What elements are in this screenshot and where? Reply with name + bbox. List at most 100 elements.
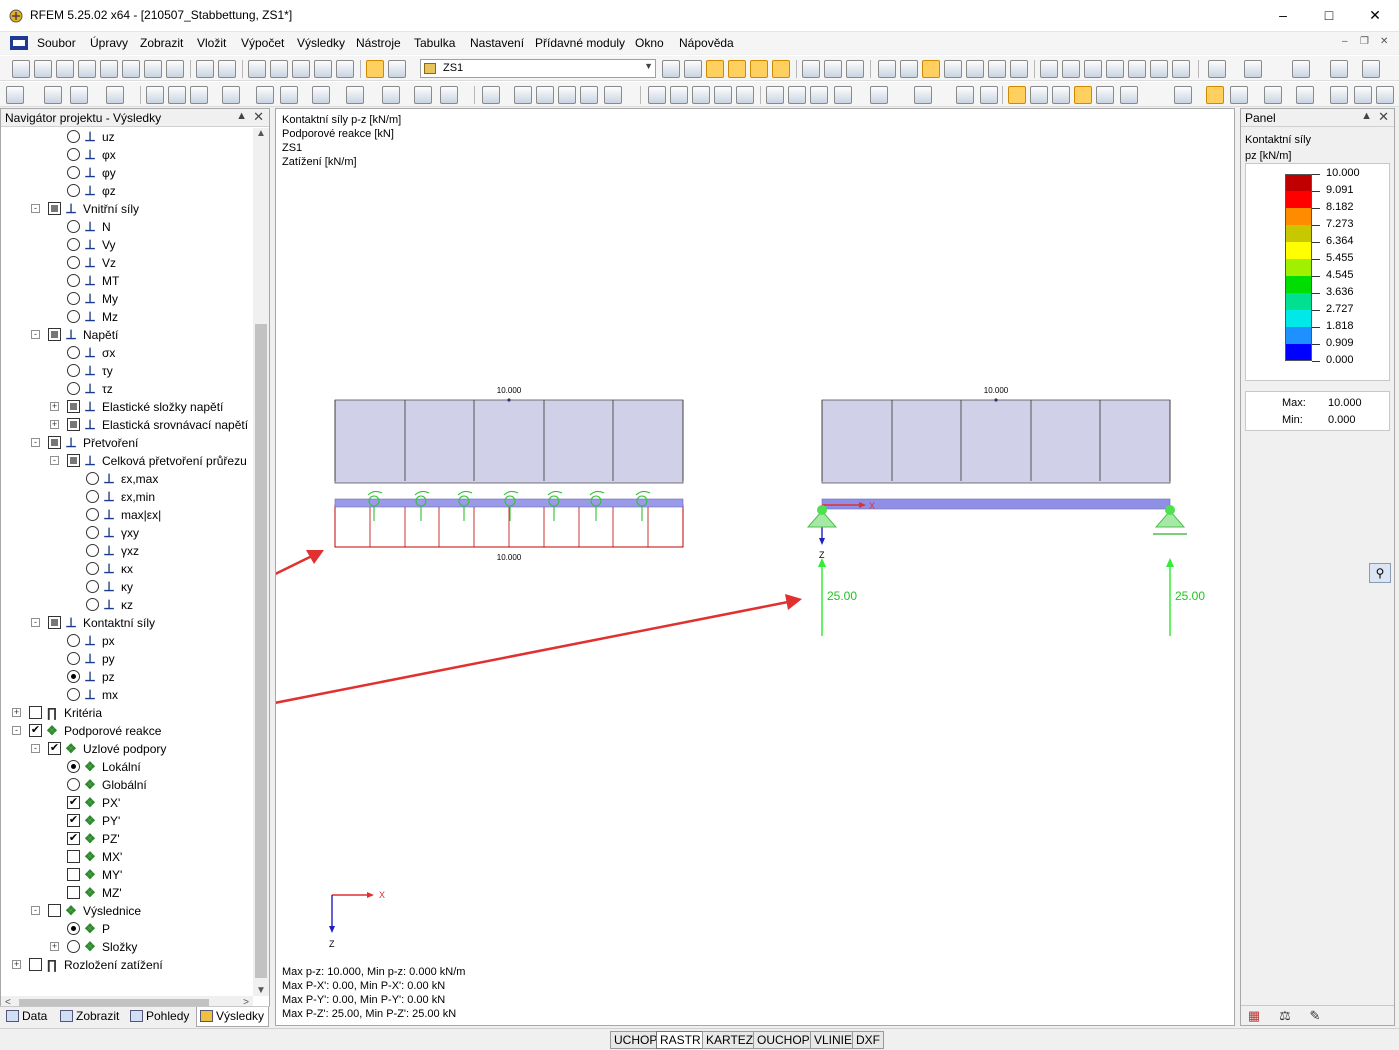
tree-item[interactable]: ⊥ N [1,218,253,236]
tree-radio-button[interactable] [86,598,99,611]
tool-icon[interactable] [1128,60,1146,78]
tree-checkbox[interactable] [48,328,61,341]
tree-radio-button[interactable] [67,364,80,377]
snap-icon[interactable] [1010,60,1028,78]
tree-item[interactable]: ⊥ My [1,290,253,308]
tool-icon[interactable] [1150,60,1168,78]
view-option-icon[interactable] [1292,60,1310,78]
display-option-icon[interactable] [1296,86,1314,104]
tool-icon[interactable] [604,86,622,104]
collapse-icon[interactable]: - [31,906,40,915]
menu-napoveda[interactable]: Nápověda [679,36,734,50]
tree-item[interactable]: ⊥ φy [1,164,253,182]
snap-toggle-button[interactable]: UCHOP [610,1031,662,1049]
tool-icon[interactable] [670,86,688,104]
tool-icon[interactable] [692,86,710,104]
scrollbar-thumb[interactable] [255,324,267,978]
scroll-down-icon[interactable]: ▼ [256,985,266,996]
load-icon[interactable] [256,86,274,104]
tree-radio-button[interactable] [67,634,80,647]
tree-item[interactable]: ❖ P [1,920,253,938]
expand-icon[interactable]: + [12,708,21,717]
tree-item[interactable]: ⊥ σx [1,344,253,362]
tree-radio-button[interactable] [67,922,80,935]
tree-item[interactable]: ⊥ κx [1,560,253,578]
tree-radio-button[interactable] [86,526,99,539]
close-window-button[interactable]: ✕ [1352,0,1398,30]
node-icon[interactable] [44,86,62,104]
guideline-toggle-button[interactable]: VLINIE [810,1031,857,1049]
tree-radio-button[interactable] [67,346,80,359]
menu-nastaveni[interactable]: Nastavení [470,36,524,50]
tree-radio-button[interactable] [67,670,80,683]
tree-item[interactable]: ⊥ max|εx| [1,506,253,524]
load-icon[interactable] [222,86,240,104]
tool-icon[interactable] [312,86,330,104]
mdi-close-button[interactable]: ✕ [1380,36,1388,47]
tab-zobrazit[interactable]: Zobrazit [60,1007,119,1027]
menu-nastroje[interactable]: Nástroje [356,36,401,50]
tree-checkbox[interactable] [48,616,61,629]
expand-icon[interactable]: + [50,420,59,429]
delete-icon[interactable] [1106,60,1124,78]
tree-radio-button[interactable] [67,292,80,305]
tree-item[interactable]: ⊥ φz [1,182,253,200]
dxf-toggle-button[interactable]: DXF [852,1031,884,1049]
snap-icon[interactable] [988,60,1006,78]
tree-item[interactable]: + ⊥ Elastické složky napětí [1,398,253,416]
tree-checkbox[interactable] [29,958,42,971]
menu-pridavne-moduly[interactable]: Přídavné moduly [535,36,625,50]
display-option-icon[interactable] [1174,86,1192,104]
display-option-icon[interactable] [1230,86,1248,104]
tree-item[interactable]: ⊥ γxy [1,524,253,542]
render-icon[interactable] [314,60,332,78]
tree-checkbox[interactable] [67,454,80,467]
load-icon[interactable] [280,86,298,104]
tree-item[interactable]: ⊥ τz [1,380,253,398]
menu-vysledky[interactable]: Výsledky [297,36,345,50]
document-menu-icon[interactable] [10,36,28,50]
load-case-select[interactable]: ZS1 ▼ [420,59,656,78]
support-icon[interactable] [190,86,208,104]
tree-item[interactable]: ❖ Globální [1,776,253,794]
tree-radio-button[interactable] [86,508,99,521]
tree-item[interactable]: ✔ ❖ PX' [1,794,253,812]
object-snap-toggle-button[interactable]: OUCHOP [753,1031,814,1049]
tree-radio-button[interactable] [86,580,99,593]
menu-zobrazit[interactable]: Zobrazit [140,36,183,50]
chevron-down-icon[interactable]: ▼ [644,61,653,71]
tree-radio-button[interactable] [67,652,80,665]
results-toggle-icon[interactable] [366,60,384,78]
grid-icon[interactable] [878,60,896,78]
menu-okno[interactable]: Okno [635,36,664,50]
tool-icon[interactable] [558,86,576,104]
tab-pohledy[interactable]: Pohledy [130,1007,189,1027]
snap-icon[interactable] [944,60,962,78]
tree-item[interactable]: ⊥ px [1,632,253,650]
tree-checkbox[interactable]: ✔ [48,742,61,755]
menu-upravy[interactable]: Úpravy [90,36,128,50]
model-viewport[interactable]: Kontaktní síly p-z [kN/m] Podporové reak… [275,108,1235,1026]
tool-icon[interactable] [580,86,598,104]
find-icon[interactable] [270,60,288,78]
minimize-button[interactable]: – [1260,0,1306,30]
filter-icon[interactable]: ✎ [1307,1008,1323,1024]
grid-icon[interactable] [900,60,918,78]
tree-item[interactable]: ⊥ uz [1,128,253,146]
open-file-icon[interactable] [34,60,52,78]
view-option-icon[interactable] [1244,60,1262,78]
redo-icon[interactable] [218,60,236,78]
tree-radio-button[interactable] [67,760,80,773]
tree-radio-button[interactable] [67,238,80,251]
member-icon[interactable] [106,86,124,104]
tree-item[interactable]: - ⊥ Celková přetvoření průřezu [1,452,253,470]
tool-icon[interactable] [382,86,400,104]
show-results-icon[interactable] [706,60,724,78]
tree-radio-button[interactable] [67,382,80,395]
tree-item[interactable]: ⊥ κy [1,578,253,596]
tree-checkbox[interactable] [48,202,61,215]
view-option-icon[interactable] [1330,60,1348,78]
cartesian-toggle-button[interactable]: KARTEZ [702,1031,758,1049]
menu-vlozit[interactable]: Vložit [197,36,226,50]
display-option-icon[interactable] [1052,86,1070,104]
